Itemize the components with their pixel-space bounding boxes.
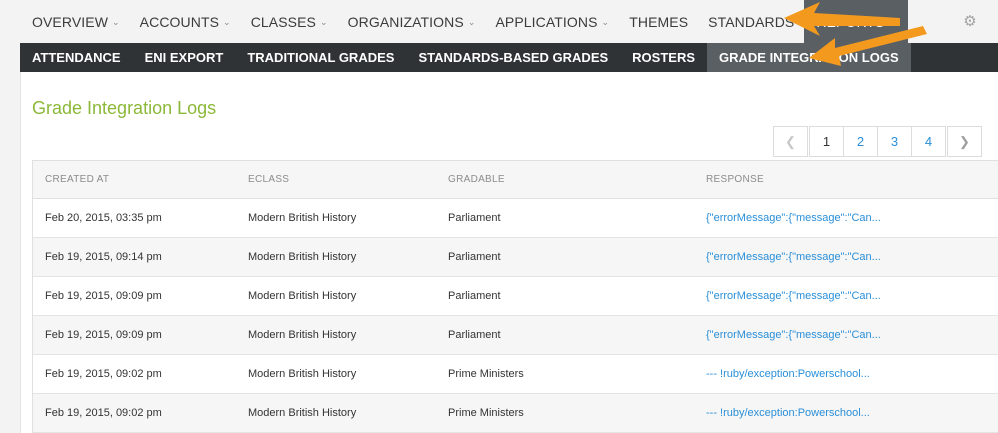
cell-eclass: Modern British History (248, 407, 357, 419)
cell-gradable: Parliament (448, 290, 501, 302)
page-2[interactable]: 2 (843, 126, 878, 157)
response-link[interactable]: --- !ruby/exception:Powerschool... (694, 407, 994, 419)
nav-overview[interactable]: OVERVIEW ⌄ (20, 0, 130, 43)
table-header: CREATED AT ECLASS GRADABLE RESPONSE (33, 161, 998, 199)
subnav-traditional-grades[interactable]: TRADITIONAL GRADES (235, 43, 406, 72)
cell-eclass: Modern British History (248, 212, 357, 224)
nav-accounts[interactable]: ACCOUNTS ⌄ (130, 0, 241, 43)
table-row: Feb 20, 2015, 03:35 pm Modern British Hi… (33, 199, 998, 238)
nav-reports[interactable]: REPORTS ⌄ (804, 0, 909, 43)
response-link[interactable]: {"errorMessage":{"message":"Can... (694, 329, 994, 341)
nav-organizations[interactable]: ORGANIZATIONS ⌄ (338, 0, 486, 43)
cell-created-at: Feb 19, 2015, 09:09 pm (45, 329, 162, 341)
response-link[interactable]: {"errorMessage":{"message":"Can... (694, 212, 994, 224)
cell-eclass: Modern British History (248, 368, 357, 380)
header-created-at[interactable]: CREATED AT (33, 174, 236, 185)
cell-created-at: Feb 19, 2015, 09:02 pm (45, 368, 162, 380)
cell-created-at: Feb 20, 2015, 03:35 pm (45, 212, 162, 224)
response-link[interactable]: --- !ruby/exception:Powerschool... (694, 368, 994, 380)
nav-standards[interactable]: STANDARDS (698, 0, 804, 43)
header-gradable[interactable]: GRADABLE (436, 174, 694, 185)
subnav-eni-export[interactable]: ENI EXPORT (133, 43, 236, 72)
chevron-right-icon[interactable]: ❯ (947, 126, 982, 157)
subnav-rosters[interactable]: ROSTERS (620, 43, 707, 72)
chevron-down-icon: ⌄ (112, 17, 120, 27)
top-nav: OVERVIEW ⌄ ACCOUNTS ⌄ CLASSES ⌄ ORGANIZATIO… (20, 0, 998, 43)
subnav-standards-based-grades[interactable]: STANDARDS-BASED GRADES (406, 43, 620, 72)
nav-standards-label: STANDARDS (708, 13, 795, 30)
cell-eclass: Modern British History (248, 290, 357, 302)
cell-gradable: Prime Ministers (448, 368, 524, 380)
header-response[interactable]: RESPONSE (694, 174, 994, 185)
nav-applications-label: APPLICATIONS (495, 13, 598, 30)
nav-themes-label: THEMES (629, 13, 689, 30)
subnav-grade-integration-logs[interactable]: GRADE INTEGRATION LOGS (707, 43, 911, 72)
cell-eclass: Modern British History (248, 329, 357, 341)
nav-applications[interactable]: APPLICATIONS ⌄ (485, 0, 619, 43)
cell-created-at: Feb 19, 2015, 09:14 pm (45, 251, 162, 263)
table-row: Feb 19, 2015, 09:02 pm Modern British Hi… (33, 394, 998, 433)
nav-overview-label: OVERVIEW (32, 13, 109, 30)
cell-gradable: Prime Ministers (448, 407, 524, 419)
nav-themes[interactable]: THEMES (619, 0, 698, 43)
table-row: Feb 19, 2015, 09:09 pm Modern British Hi… (33, 316, 998, 355)
chevron-down-icon: ⌄ (601, 17, 610, 27)
table-row: Feb 19, 2015, 09:14 pm Modern British Hi… (33, 238, 998, 277)
logs-table: CREATED AT ECLASS GRADABLE RESPONSE Feb … (32, 160, 998, 433)
pagination: ❮ 1 2 3 4 ❯ (773, 126, 982, 157)
cell-eclass: Modern British History (248, 251, 357, 263)
nav-classes-label: CLASSES (250, 13, 316, 30)
nav-organizations-label: ORGANIZATIONS (347, 13, 464, 30)
chevron-down-icon: ⌄ (888, 17, 897, 27)
chevron-left-icon[interactable]: ❮ (773, 126, 808, 157)
nav-classes[interactable]: CLASSES ⌄ (241, 0, 338, 43)
page-4[interactable]: 4 (911, 126, 946, 157)
response-link[interactable]: {"errorMessage":{"message":"Can... (694, 290, 994, 302)
page-1[interactable]: 1 (809, 126, 844, 157)
subnav-attendance[interactable]: ATTENDANCE (20, 43, 133, 72)
chevron-down-icon: ⌄ (223, 17, 231, 27)
nav-reports-label: REPORTS (816, 13, 885, 30)
page-3[interactable]: 3 (877, 126, 912, 157)
cell-created-at: Feb 19, 2015, 09:09 pm (45, 290, 162, 302)
cell-gradable: Parliament (448, 329, 501, 341)
response-link[interactable]: {"errorMessage":{"message":"Can... (694, 251, 994, 263)
table-row: Feb 19, 2015, 09:02 pm Modern British Hi… (33, 355, 998, 394)
cell-gradable: Parliament (448, 251, 501, 263)
cell-gradable: Parliament (448, 212, 501, 224)
sub-nav: ATTENDANCE ENI EXPORT TRADITIONAL GRADES… (20, 43, 998, 72)
header-eclass[interactable]: ECLASS (236, 174, 436, 185)
table-row: Feb 19, 2015, 09:09 pm Modern British Hi… (33, 277, 998, 316)
gear-icon[interactable]: ⚙ (962, 14, 978, 30)
nav-accounts-label: ACCOUNTS (139, 13, 220, 30)
page-title: Grade Integration Logs (32, 98, 217, 118)
cell-created-at: Feb 19, 2015, 09:02 pm (45, 407, 162, 419)
chevron-down-icon: ⌄ (467, 17, 476, 27)
chevron-down-icon: ⌄ (319, 17, 328, 27)
main-panel: Grade Integration Logs ❮ 1 2 3 4 ❯ CREAT… (20, 72, 998, 433)
